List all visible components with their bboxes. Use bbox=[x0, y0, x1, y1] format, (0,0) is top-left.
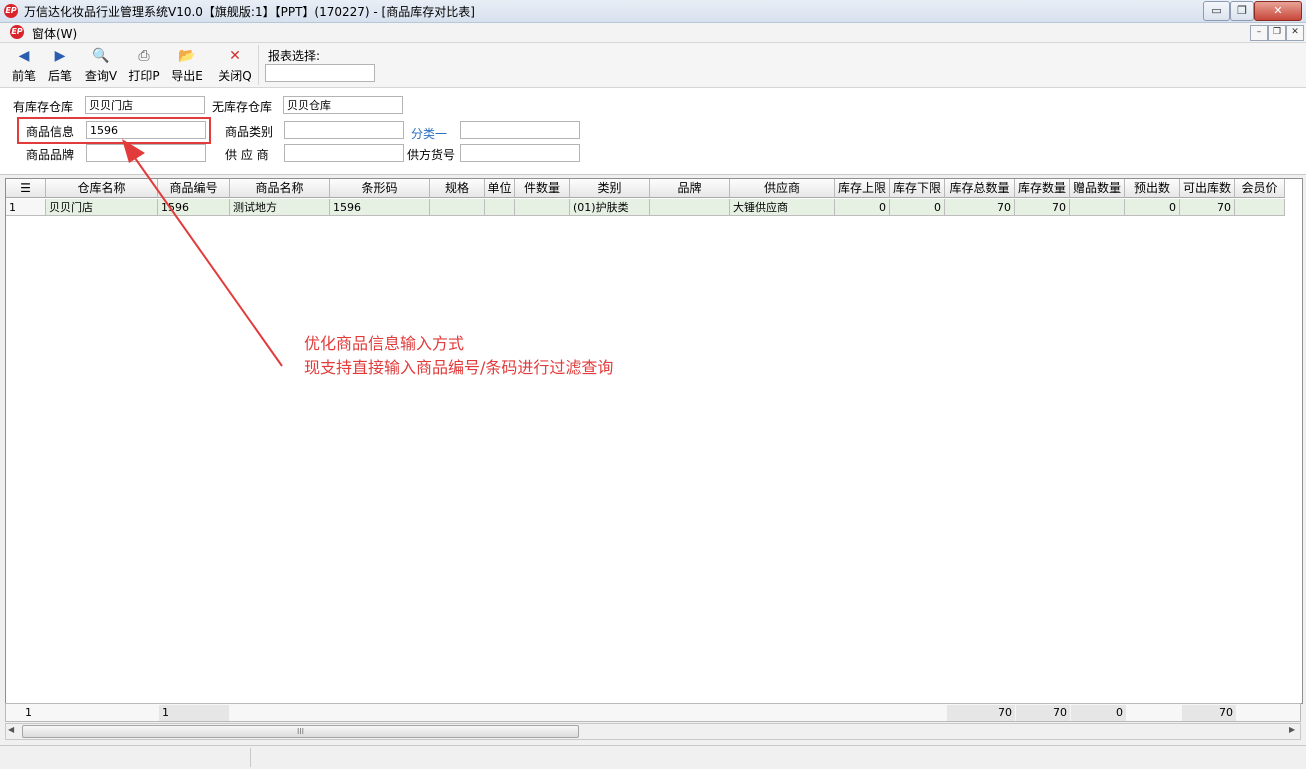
annotation-line-2: 现支持直接输入商品编号/条码进行过滤查询 bbox=[304, 358, 614, 377]
annotation-line-1: 优化商品信息输入方式 bbox=[304, 334, 465, 353]
annotation-arrow-head bbox=[122, 139, 145, 163]
annotation-arrow-line bbox=[129, 150, 283, 367]
annotation-arrow bbox=[122, 139, 283, 367]
